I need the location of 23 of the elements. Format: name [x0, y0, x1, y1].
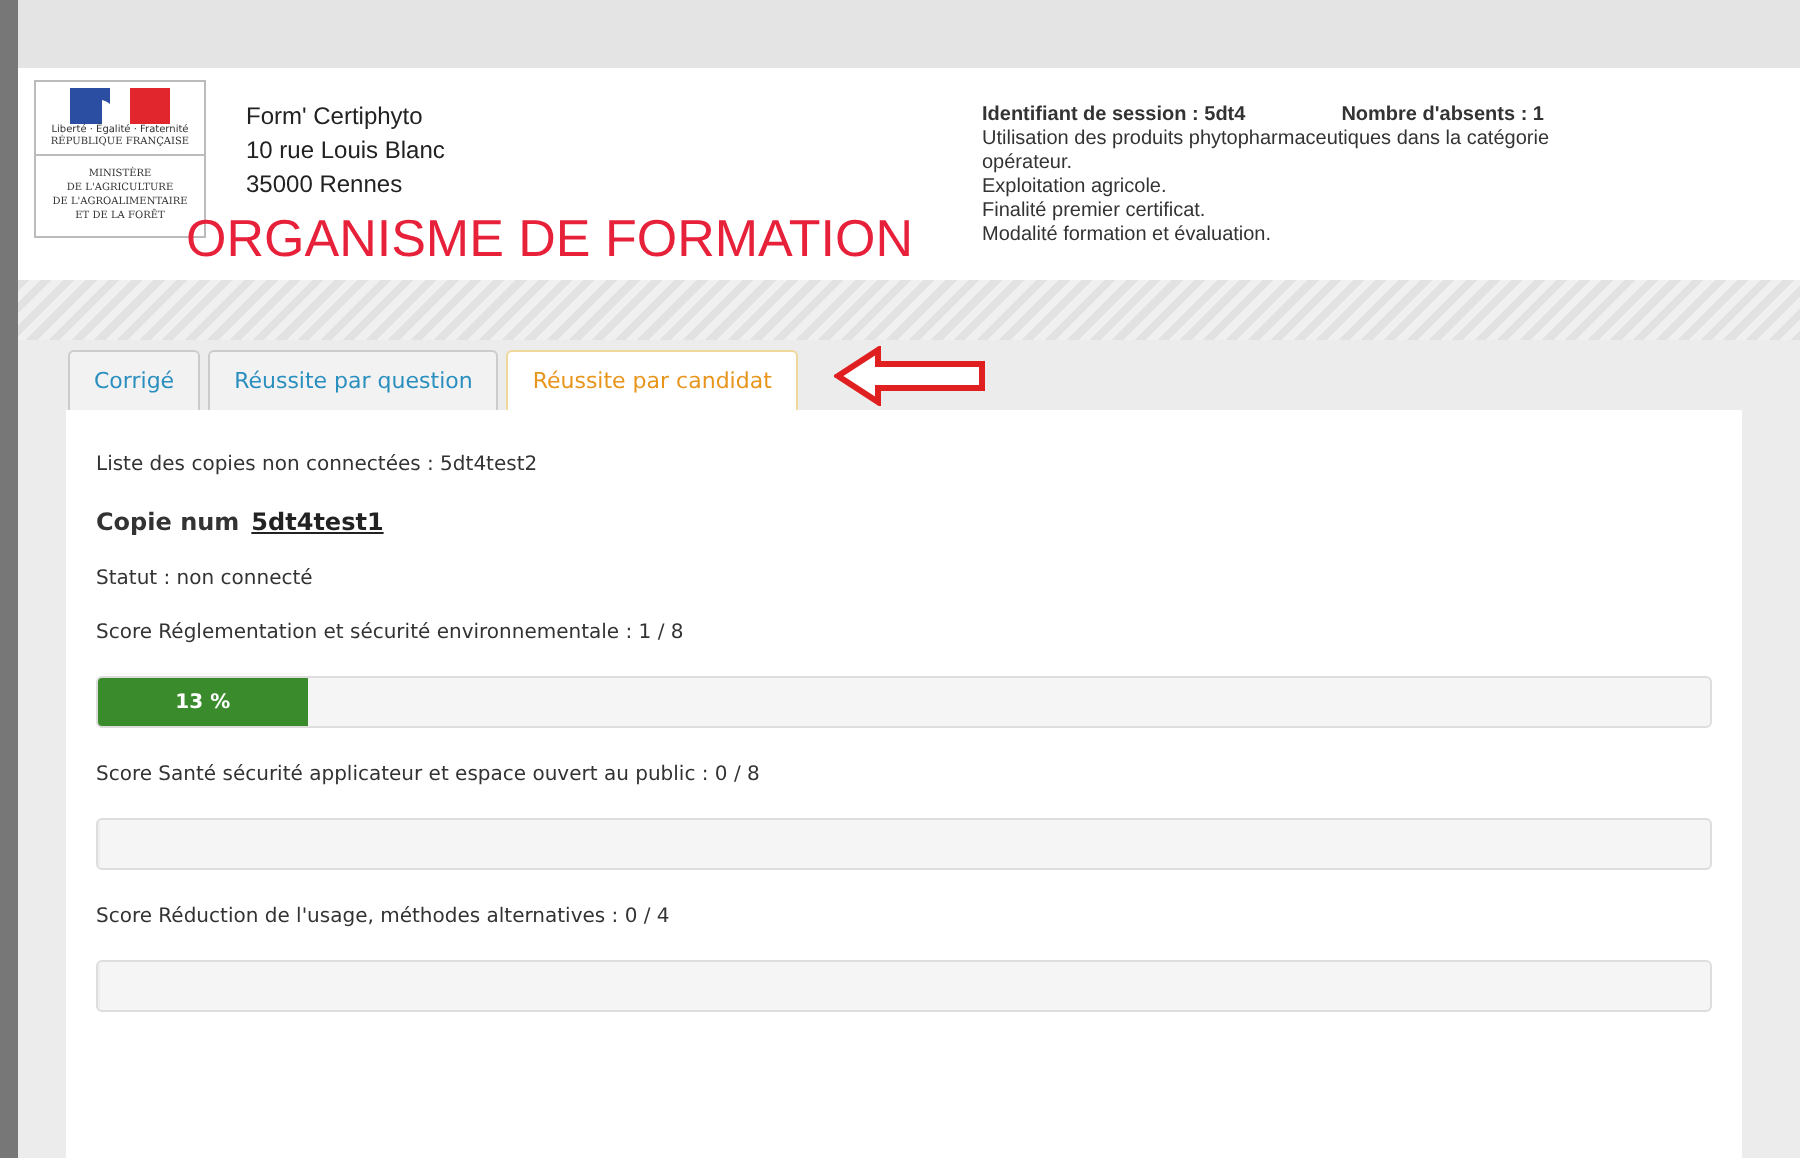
session-info: Utilisation des produits phytopharmaceutiques dans la catégorie opérateur. — [982, 128, 1552, 176]
copy-link[interactable]: 5dt4test1 — [251, 508, 384, 536]
arrow-icon — [833, 346, 986, 406]
marianne-flag-icon — [70, 88, 170, 124]
copy-heading: Copie num — [96, 508, 240, 536]
address-line: Form' Certiphyto — [246, 100, 425, 134]
session-info: Exploitation agricole. — [982, 176, 1169, 200]
score-label: Score Réduction de l'usage, méthodes alternatives : 0 / 4 — [96, 906, 672, 928]
tab[interactable]: Réussite par question — [208, 350, 499, 410]
score-label: Score Réglementation et sécurité environnementale : 1 / 8 — [96, 622, 686, 644]
session-info: Modalité formation et évaluation. — [982, 224, 1274, 248]
address-line: 10 rue Louis Blanc — [246, 134, 447, 168]
unconnected-copies: Liste des copies non connectées : 5dt4test2 — [96, 454, 540, 476]
tab[interactable]: Réussite par candidat — [506, 350, 798, 410]
progress-fill: 13 % — [98, 678, 308, 726]
session-info: Finalité premier certificat. — [982, 200, 1208, 224]
address-line: 35000 Rennes — [246, 168, 405, 202]
organisation-title: ORGANISME DE FORMATION — [186, 208, 916, 270]
tab[interactable]: Corrigé — [68, 350, 201, 410]
score-label: Score Santé sécurité applicateur et espace ouvert au public : 0 / 8 — [96, 764, 762, 786]
status-text: Statut : non connecté — [96, 568, 315, 590]
session-id: Identifiant de session : 5dt4 — [982, 104, 1246, 128]
absent-count: Nombre d'absents : 1 — [1341, 104, 1544, 128]
